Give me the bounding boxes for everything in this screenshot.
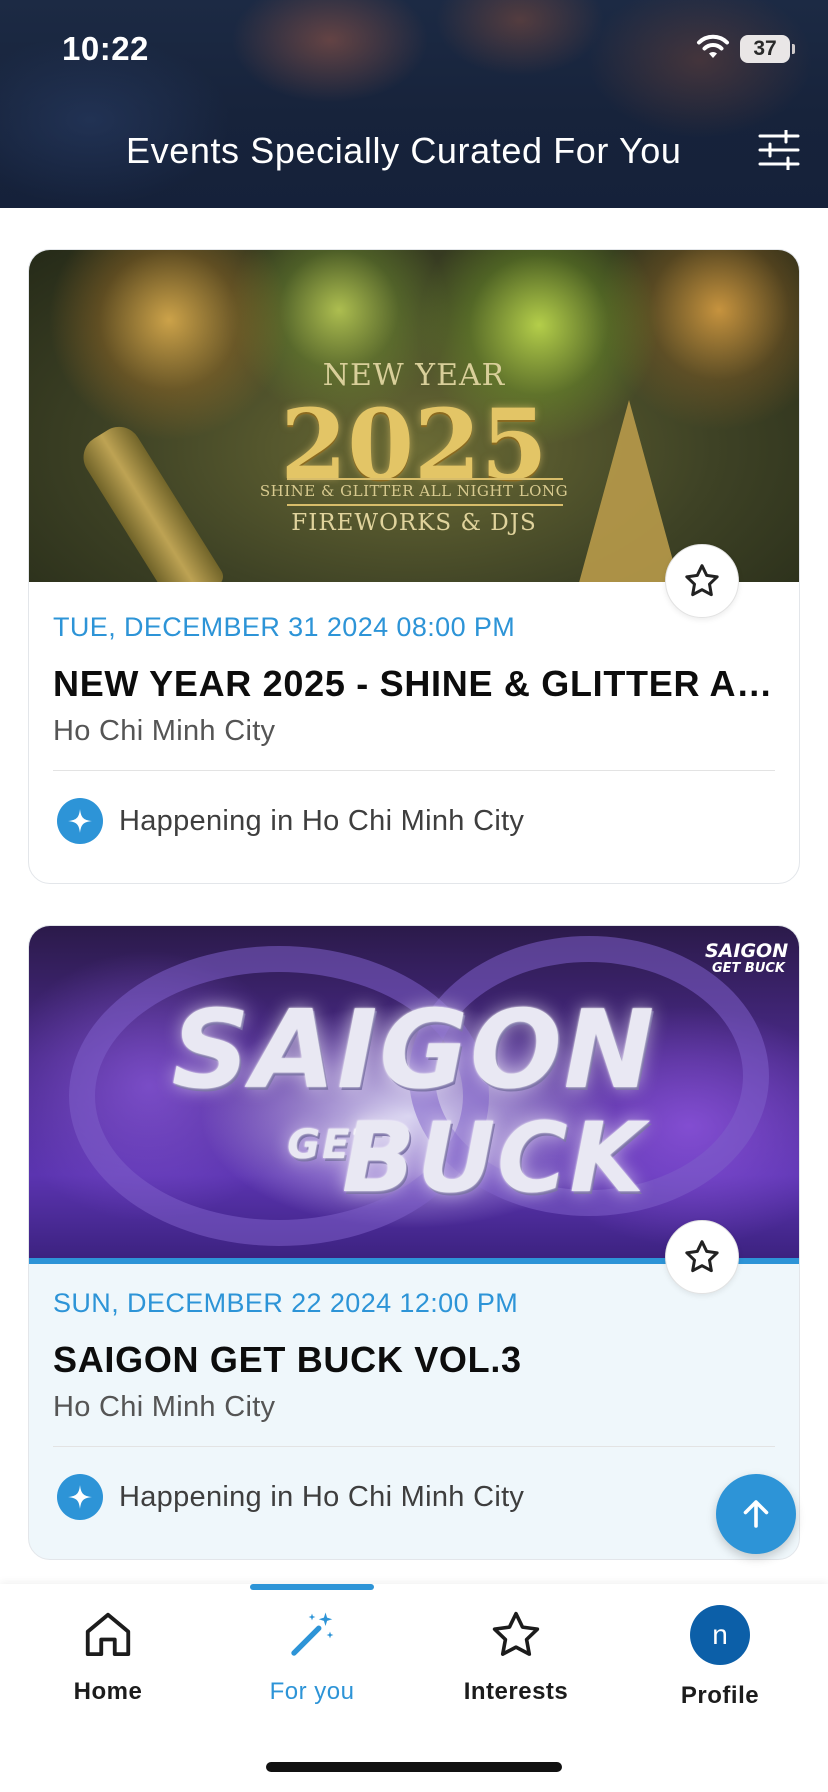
scroll-to-top-button[interactable] (716, 1474, 796, 1554)
poster-logo-line1: SAIGON (705, 940, 789, 962)
event-date: SUN, DECEMBER 22 2024 12:00 PM (53, 1288, 519, 1318)
sliders-icon[interactable] (758, 130, 800, 170)
nav-label: For you (269, 1678, 355, 1705)
poster-word1: SAIGON (171, 988, 657, 1113)
home-icon (85, 1612, 131, 1657)
happening-row: Happening in Ho Chi Minh City (53, 1447, 775, 1547)
poster-line2: FIREWORKS & DJS (291, 510, 537, 536)
nav-item-for-you[interactable]: For you (212, 1604, 412, 1706)
battery-indicator: 37 (740, 35, 795, 63)
sparkle-icon (57, 1474, 103, 1520)
nav-item-profile[interactable]: n Profile (620, 1604, 820, 1710)
poster-word3: BUCK (342, 1102, 646, 1214)
nav-item-interests[interactable]: Interests (416, 1604, 616, 1706)
happening-row: Happening in Ho Chi Minh City (53, 771, 775, 871)
active-tab-indicator (250, 1584, 374, 1590)
home-indicator (266, 1762, 562, 1772)
happening-text: Happening in Ho Chi Minh City (119, 1480, 525, 1513)
happening-text: Happening in Ho Chi Minh City (119, 804, 525, 837)
poster-rule (287, 478, 563, 480)
event-title: SAIGON GET BUCK VOL.3 (53, 1339, 522, 1380)
event-card[interactable]: SAIGON GET BUCK SAIGON GET BUCK SUN, DEC… (28, 925, 800, 1560)
favorite-button[interactable] (665, 1220, 739, 1294)
event-title: NEW YEAR 2025 - SHINE & GLITTER ALL NIGH… (53, 663, 775, 704)
poster-rule (287, 504, 563, 506)
event-poster: SAIGON GET BUCK SAIGON GET BUCK (29, 926, 799, 1264)
nav-item-home[interactable]: Home (8, 1604, 208, 1706)
bottom-nav: Home For you Interests n Profile (0, 1584, 828, 1792)
poster-tagline: SHINE & GLITTER ALL NIGHT LONG (259, 482, 569, 500)
star-icon (492, 1611, 540, 1656)
header: 10:22 37 Events Specially Curated For Yo… (0, 0, 828, 208)
arrow-up-icon (743, 1500, 769, 1528)
star-icon (685, 1240, 719, 1273)
event-card[interactable]: NEW YEAR 2025 SHINE & GLITTER ALL NIGHT … (28, 249, 800, 884)
nav-label: Profile (680, 1682, 760, 1709)
magic-wand-icon (291, 1612, 334, 1656)
event-city: Ho Chi Minh City (53, 1391, 276, 1423)
event-city: Ho Chi Minh City (53, 715, 276, 747)
favorite-button[interactable] (665, 544, 739, 618)
status-time: 10:22 (62, 30, 149, 67)
nav-label: Interests (463, 1678, 569, 1705)
poster-logo: SAIGON GET BUCK (705, 940, 789, 978)
avatar: n (690, 1605, 750, 1665)
page-title: Events Specially Curated For You (126, 130, 682, 171)
poster-logo-line2: GET BUCK (711, 961, 785, 976)
wifi-icon (697, 34, 729, 58)
event-poster: NEW YEAR 2025 SHINE & GLITTER ALL NIGHT … (29, 250, 799, 582)
sparkle-icon (57, 798, 103, 844)
star-icon (685, 564, 719, 597)
nav-label: Home (73, 1678, 143, 1705)
event-date: TUE, DECEMBER 31 2024 08:00 PM (53, 612, 516, 642)
